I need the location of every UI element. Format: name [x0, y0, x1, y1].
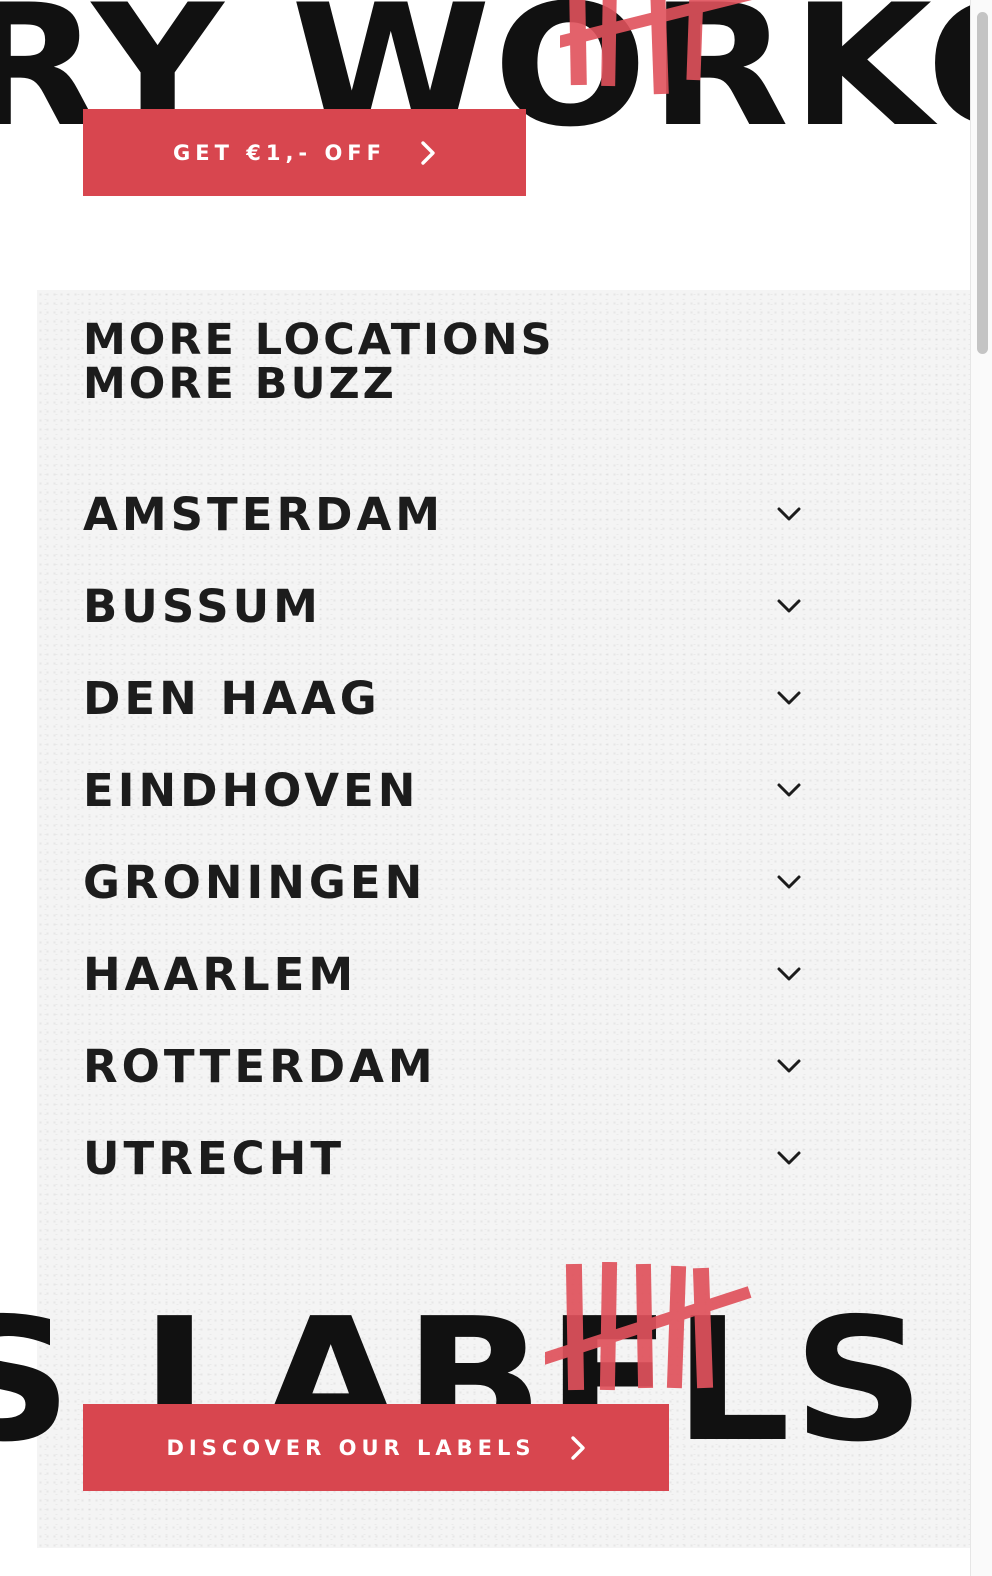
location-name: EINDHOVEN: [83, 763, 420, 817]
location-name: UTRECHT: [83, 1131, 346, 1185]
location-item-utrecht[interactable]: UTRECHT: [83, 1112, 808, 1204]
location-name: BUSSUM: [83, 579, 322, 633]
page: RY WORKOU GET €1,- OFF MORE LOCATIONS MO…: [0, 0, 970, 1576]
get-discount-button-label: GET €1,- OFF: [173, 140, 386, 165]
locations-list: AMSTERDAM BUSSUM DEN HAAG EINDHOVEN GRON…: [83, 468, 808, 1204]
location-item-haarlem[interactable]: HAARLEM: [83, 928, 808, 1020]
location-item-den-haag[interactable]: DEN HAAG: [83, 652, 808, 744]
chevron-down-icon[interactable]: [776, 597, 802, 615]
locations-heading-line2: MORE BUZZ: [83, 359, 397, 409]
get-discount-button[interactable]: GET €1,- OFF: [83, 109, 526, 196]
location-item-amsterdam[interactable]: AMSTERDAM: [83, 468, 808, 560]
discover-labels-button-label: DISCOVER OUR LABELS: [166, 1435, 536, 1460]
locations-heading: MORE LOCATIONS MORE BUZZ: [83, 318, 555, 406]
tally-marks-icon: [560, 0, 754, 95]
location-name: ROTTERDAM: [83, 1039, 437, 1093]
chevron-down-icon[interactable]: [776, 1057, 802, 1075]
location-name: GRONINGEN: [83, 855, 427, 909]
scrollbar[interactable]: [970, 0, 992, 1576]
tally-marks-icon: [545, 1262, 752, 1391]
chevron-down-icon[interactable]: [776, 505, 802, 523]
chevron-down-icon[interactable]: [776, 781, 802, 799]
location-item-rotterdam[interactable]: ROTTERDAM: [83, 1020, 808, 1112]
location-name: AMSTERDAM: [83, 487, 445, 541]
chevron-right-icon: [570, 1435, 585, 1460]
location-item-bussum[interactable]: BUSSUM: [83, 560, 808, 652]
scrollbar-thumb[interactable]: [977, 12, 988, 354]
chevron-down-icon[interactable]: [776, 965, 802, 983]
locations-heading-line1: MORE LOCATIONS: [83, 315, 555, 365]
chevron-down-icon[interactable]: [776, 873, 802, 891]
chevron-right-icon: [421, 140, 435, 165]
chevron-down-icon[interactable]: [776, 689, 802, 707]
discover-labels-button[interactable]: DISCOVER OUR LABELS: [83, 1404, 669, 1491]
location-item-groningen[interactable]: GRONINGEN: [83, 836, 808, 928]
location-name: DEN HAAG: [83, 671, 381, 725]
location-item-eindhoven[interactable]: EINDHOVEN: [83, 744, 808, 836]
chevron-down-icon[interactable]: [776, 1149, 802, 1167]
location-name: HAARLEM: [83, 947, 358, 1001]
